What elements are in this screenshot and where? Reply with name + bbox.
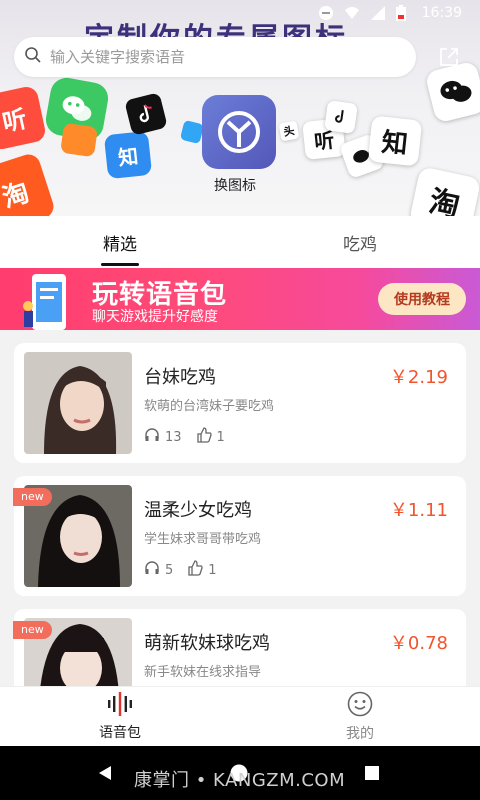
change-icon-label: 换图标 [214, 178, 256, 194]
change-icon-app-icon [202, 95, 276, 169]
tutorial-button[interactable]: 使用教程 [378, 283, 466, 315]
tab-chicken[interactable]: 吃鸡 [240, 216, 480, 268]
bottom-nav: 语音包 我的 [0, 686, 480, 746]
nav-mine[interactable]: 我的 [240, 687, 480, 746]
recents-icon[interactable] [365, 765, 379, 784]
soundwave-icon [107, 691, 133, 720]
like-button[interactable]: 1 [196, 427, 225, 447]
smiley-icon [347, 691, 373, 721]
hero-banner: 定制你的专属图标 听 知 淘 换图标 头 听 知 淘 [0, 0, 480, 216]
status-bar: 16:39 [0, 0, 480, 26]
promo-banner[interactable]: 玩转语音包 聊天游戏提升好感度 使用教程 [0, 268, 480, 330]
pack-stats: 5 1 [144, 560, 231, 580]
tile-ting-red: 听 [0, 84, 48, 152]
notification-minus-icon [318, 5, 334, 21]
nav-label: 我的 [346, 725, 374, 742]
listen-count: 5 [165, 562, 174, 578]
new-badge: new [13, 621, 52, 639]
pack-stats: 13 1 [144, 427, 239, 447]
pack-description: 软萌的台湾妹子要吃鸡 [144, 399, 275, 414]
pack-price: ￥1.11 [389, 500, 448, 521]
search-icon [24, 46, 42, 68]
pack-title: 萌新软妹球吃鸡 [144, 633, 270, 654]
pack-description: 学生妹求哥哥带吃鸡 [144, 532, 262, 547]
thumbs-up-icon [196, 427, 212, 447]
search-bar[interactable] [14, 37, 416, 77]
like-button[interactable]: 1 [187, 560, 217, 580]
small-blue-app-icon [179, 119, 205, 145]
orange-app-icon [60, 122, 98, 158]
tab-featured[interactable]: 精选 [0, 216, 240, 268]
listen-count: 13 [165, 429, 182, 445]
headphones-icon [144, 560, 160, 580]
wechat-white-icon [424, 60, 480, 124]
watermark: 康掌门 • KANGZM.COM [134, 770, 346, 791]
headphones-icon [144, 427, 160, 447]
tile-tao-white: 淘 [408, 166, 480, 216]
thumbs-up-icon [187, 560, 203, 580]
voice-pack-card[interactable]: 台妹吃鸡 ￥2.19 软萌的台湾妹子要吃鸡 13 1 [14, 343, 466, 463]
back-icon[interactable] [97, 765, 113, 785]
pack-price: ￥0.78 [389, 633, 448, 654]
pack-description: 新手软妹在线求指导 [144, 665, 262, 680]
wifi-icon [344, 5, 360, 21]
promo-subtitle: 聊天游戏提升好感度 [92, 309, 218, 325]
category-tabs: 精选 吃鸡 [0, 216, 480, 268]
tile-zhi-white: 知 [367, 115, 423, 167]
tiktok-icon [124, 92, 168, 136]
battery-icon [395, 5, 412, 21]
like-count: 1 [216, 429, 225, 445]
pack-price: ￥2.19 [389, 367, 448, 388]
tiktok-white-icon [324, 100, 358, 134]
phone-illustration-icon [18, 272, 78, 330]
avatar [24, 352, 132, 454]
voice-pack-card[interactable]: new 萌新软妹球吃鸡 ￥0.78 新手软妹在线求指导 [13, 609, 466, 686]
search-input[interactable] [50, 48, 390, 66]
signal-icon [370, 5, 386, 21]
system-nav-bar: 康掌门 • KANGZM.COM [0, 746, 480, 800]
new-badge: new [13, 488, 52, 506]
voice-pack-card[interactable]: new 温柔少女吃鸡 ￥1.11 学生妹求哥哥带吃鸡 5 1 [13, 476, 466, 596]
tile-tao-orange: 淘 [0, 151, 57, 216]
pack-title: 台妹吃鸡 [144, 367, 216, 388]
small-white-tile: 头 [278, 120, 300, 142]
status-time: 16:39 [421, 5, 462, 21]
pack-title: 温柔少女吃鸡 [144, 500, 252, 521]
share-icon[interactable] [437, 45, 461, 69]
nav-label: 语音包 [99, 724, 141, 741]
like-count: 1 [208, 562, 217, 578]
voice-pack-list: 台妹吃鸡 ￥2.19 软萌的台湾妹子要吃鸡 13 1 new 温柔少女吃鸡 ￥1… [0, 330, 480, 686]
tile-zhi-blue: 知 [103, 130, 153, 180]
nav-voice-packs[interactable]: 语音包 [0, 687, 240, 746]
